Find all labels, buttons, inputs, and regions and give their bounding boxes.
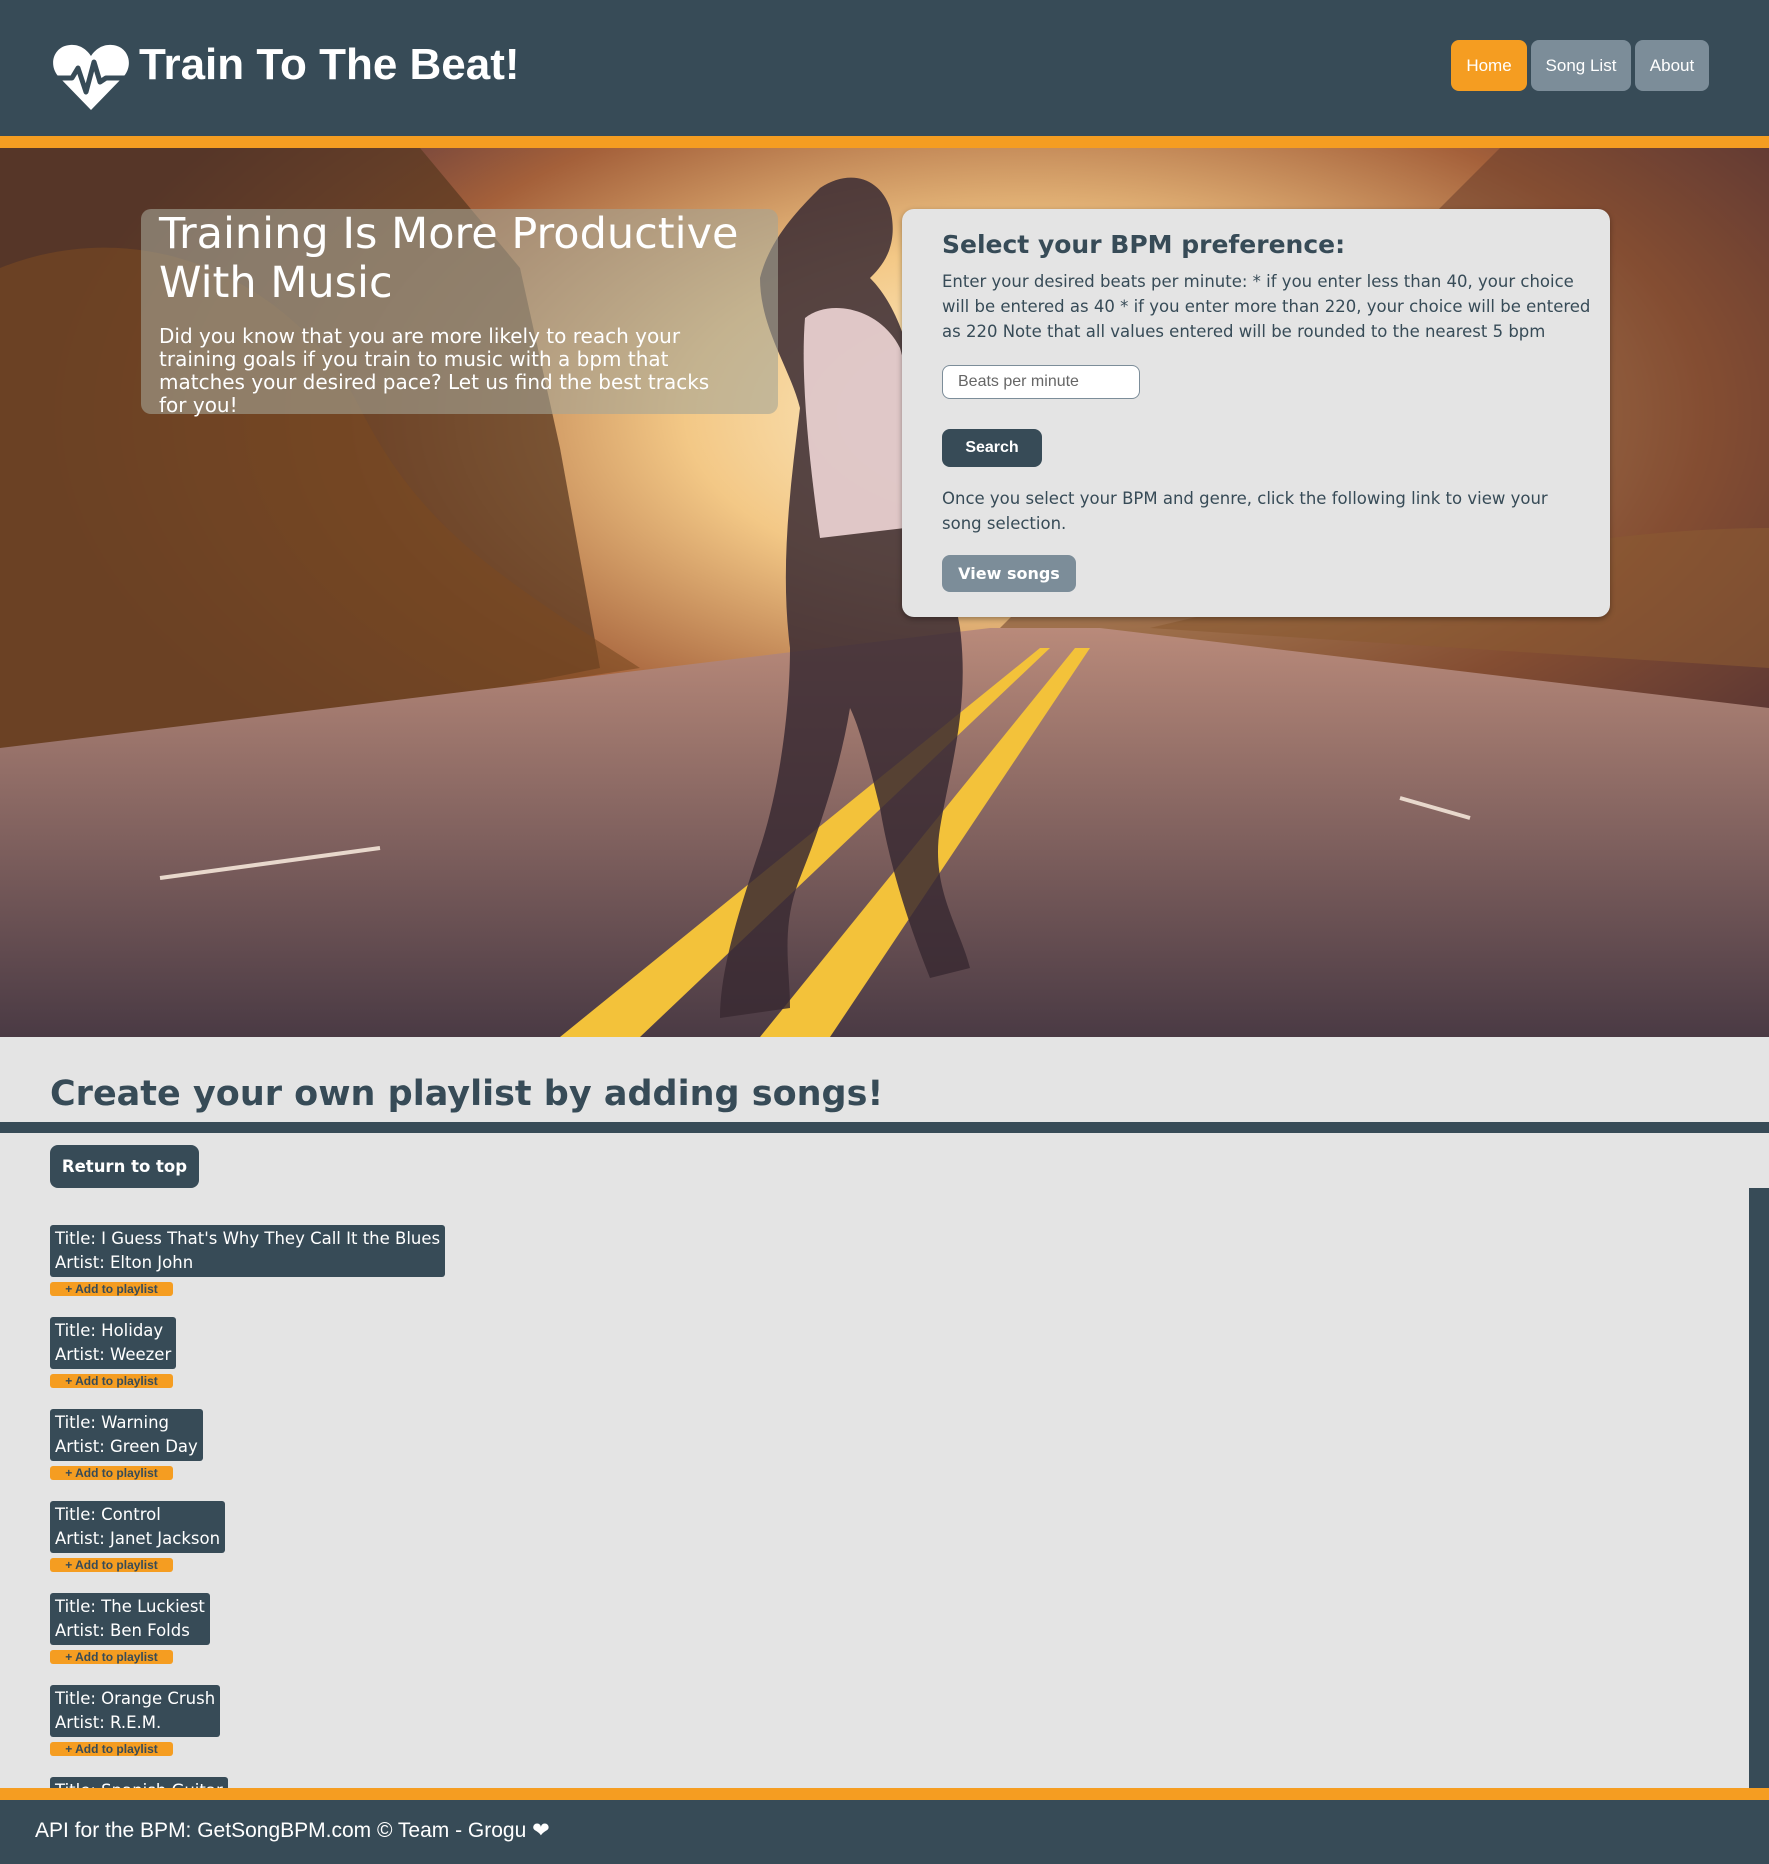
song-card: Title: The Luckiest Artist: Ben Folds	[50, 1593, 210, 1645]
header-divider	[0, 136, 1769, 148]
list-item: Title: Holiday Artist: Weezer + Add to p…	[50, 1317, 650, 1409]
nav-home-button[interactable]: Home	[1451, 40, 1527, 91]
main-nav: Home Song List About	[1451, 40, 1709, 91]
scrollbar[interactable]	[1749, 1188, 1769, 1788]
hero-description: Did you know that you are more likely to…	[159, 324, 710, 417]
list-item: Title: I Guess That's Why They Call It t…	[50, 1225, 650, 1317]
song-artist: Artist: Ben Folds	[55, 1621, 190, 1640]
bpm-input[interactable]	[942, 365, 1140, 399]
song-artist: Artist: Elton John	[55, 1253, 194, 1272]
return-to-top-button[interactable]: Return to top	[50, 1145, 199, 1188]
song-card: Title: Orange Crush Artist: R.E.M.	[50, 1685, 221, 1737]
song-title: Title: The Luckiest	[55, 1597, 205, 1616]
list-item: Title: Control Artist: Janet Jackson + A…	[50, 1501, 650, 1593]
selection-note: Once you select your BPM and genre, clic…	[942, 489, 1548, 533]
add-to-playlist-button[interactable]: + Add to playlist	[50, 1466, 173, 1480]
song-list: Title: I Guess That's Why They Call It t…	[50, 1225, 650, 1788]
song-card: Title: I Guess That's Why They Call It t…	[50, 1225, 446, 1277]
add-to-playlist-button[interactable]: + Add to playlist	[50, 1558, 173, 1572]
nav-song-list-button[interactable]: Song List	[1531, 40, 1631, 91]
song-artist: Artist: R.E.M.	[55, 1713, 162, 1732]
list-item: Title: Warning Artist: Green Day + Add t…	[50, 1409, 650, 1501]
song-title: Title: Orange Crush	[55, 1689, 216, 1708]
hero-title: Training Is More Productive With Music	[159, 209, 739, 308]
song-card: Title: Warning Artist: Green Day	[50, 1409, 203, 1461]
song-card: Title: Spanish Guitar	[50, 1777, 228, 1788]
search-button[interactable]: Search	[942, 429, 1042, 467]
song-title: Title: Holiday	[55, 1321, 164, 1340]
add-to-playlist-button[interactable]: + Add to playlist	[50, 1374, 173, 1388]
site-title[interactable]: Train To The Beat!	[139, 40, 520, 90]
song-title: Title: Control	[55, 1505, 161, 1524]
list-item: Title: Spanish Guitar	[50, 1777, 650, 1788]
add-to-playlist-button[interactable]: + Add to playlist	[50, 1282, 173, 1296]
song-artist: Artist: Janet Jackson	[55, 1529, 221, 1548]
section-divider	[0, 1122, 1769, 1133]
song-artist: Artist: Green Day	[55, 1437, 198, 1456]
song-title: Title: Warning	[55, 1413, 170, 1432]
list-item: Title: The Luckiest Artist: Ben Folds + …	[50, 1593, 650, 1685]
nav-about-button[interactable]: About	[1635, 40, 1709, 91]
heartbeat-icon	[52, 44, 130, 110]
playlist-heading: Create your own playlist by adding songs…	[50, 1074, 884, 1114]
bpm-instructions: Enter your desired beats per minute: * i…	[942, 272, 1591, 341]
song-artist: Artist: Weezer	[55, 1345, 172, 1364]
song-title: Title: I Guess That's Why They Call It t…	[55, 1229, 441, 1248]
add-to-playlist-button[interactable]: + Add to playlist	[50, 1742, 173, 1756]
footer-credits: API for the BPM: GetSongBPM.com © Team -…	[35, 1819, 550, 1842]
view-songs-button[interactable]: View songs	[942, 555, 1076, 592]
list-item: Title: Orange Crush Artist: R.E.M. + Add…	[50, 1685, 650, 1777]
bpm-form-title: Select your BPM preference:	[942, 230, 1346, 259]
add-to-playlist-button[interactable]: + Add to playlist	[50, 1650, 173, 1664]
footer-divider	[0, 1788, 1769, 1800]
song-title: Title: Spanish Guitar	[55, 1779, 223, 1788]
song-card: Title: Holiday Artist: Weezer	[50, 1317, 177, 1369]
song-card: Title: Control Artist: Janet Jackson	[50, 1501, 226, 1553]
